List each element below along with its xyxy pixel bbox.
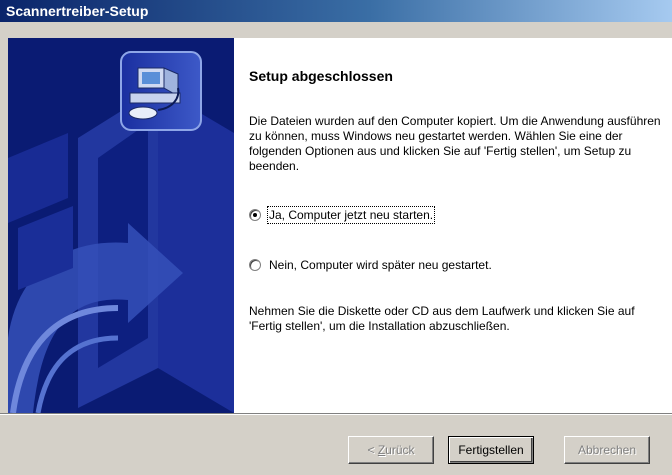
radio-selected-icon[interactable]: [249, 209, 261, 221]
window-title: Scannertreiber-Setup: [6, 3, 149, 19]
setup-dialog-window: Scannertreiber-Setup Setup abgeschlossen…: [0, 0, 672, 475]
restart-later-label[interactable]: Nein, Computer wird später neu gestartet…: [269, 258, 492, 272]
page-title: Setup abgeschlossen: [249, 68, 393, 84]
cancel-button[interactable]: Abbrechen: [564, 436, 650, 464]
title-bar[interactable]: Scannertreiber-Setup: [0, 0, 672, 22]
finish-button[interactable]: Fertigstellen: [448, 436, 534, 464]
back-button-rest: urück: [385, 443, 415, 457]
computer-arrow-illustration: [8, 51, 234, 413]
radio-unselected-icon[interactable]: [249, 259, 261, 271]
installer-computer-icon: [120, 51, 202, 131]
back-button-prefix: <: [367, 443, 378, 457]
back-button[interactable]: < Zurück: [348, 436, 434, 464]
setup-side-graphic: [8, 38, 235, 413]
remove-media-note: Nehmen Sie die Diskette oder CD aus dem …: [249, 304, 635, 333]
restart-now-label[interactable]: Ja, Computer jetzt neu starten.: [266, 206, 436, 224]
completion-description: Die Dateien wurden auf den Computer kopi…: [249, 114, 661, 173]
button-separator: [0, 413, 672, 415]
content-panel: [234, 38, 672, 413]
restart-now-option[interactable]: Ja, Computer jetzt neu starten.: [249, 206, 436, 224]
restart-later-option[interactable]: Nein, Computer wird später neu gestartet…: [249, 258, 492, 272]
